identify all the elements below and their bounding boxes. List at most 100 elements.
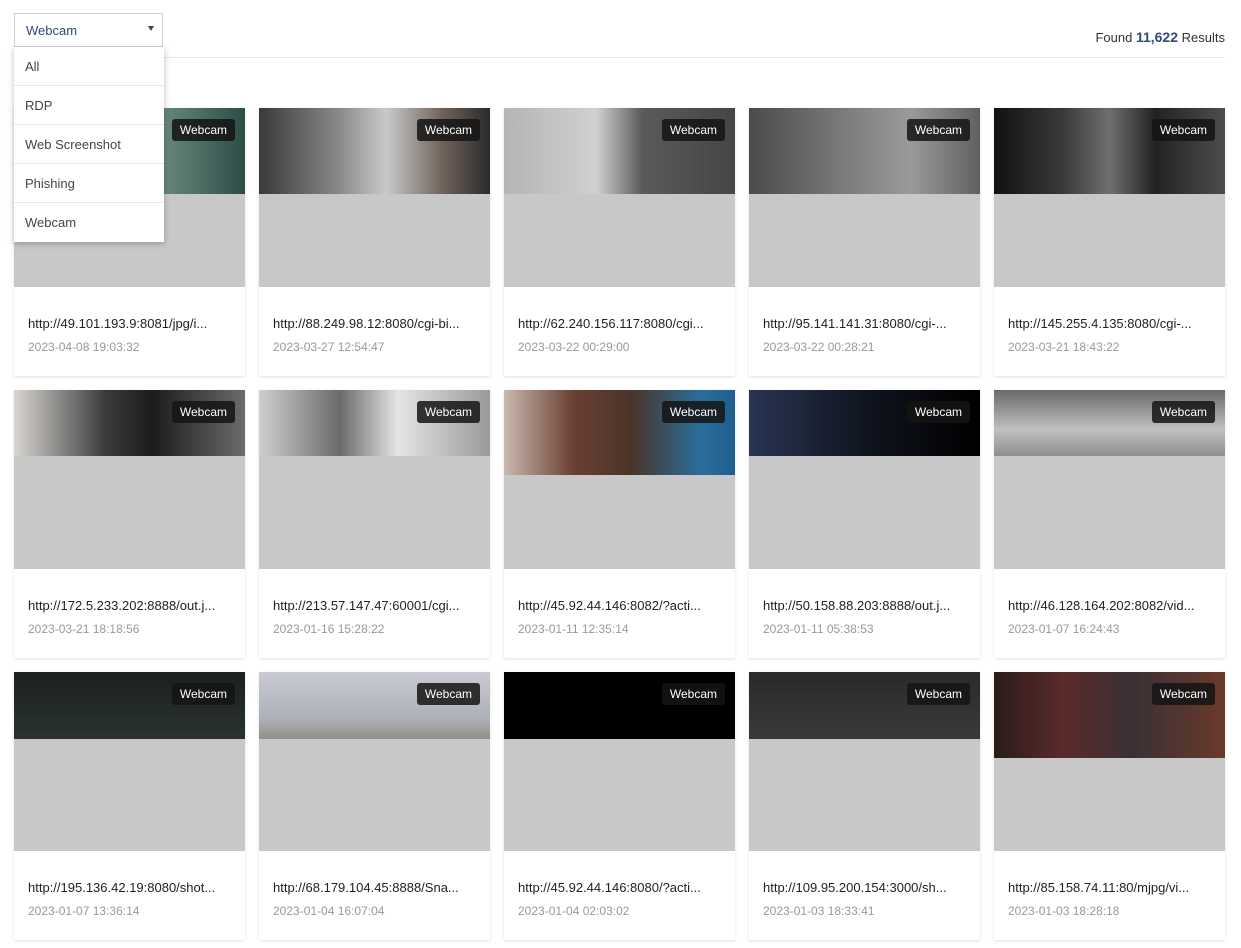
category-badge: Webcam — [1151, 401, 1215, 423]
card-info: http://145.255.4.135:8080/cgi-... 2023-03… — [1008, 316, 1213, 354]
card-timestamp: 2023-03-22 00:28:21 — [763, 340, 875, 354]
card-timestamp: 2023-01-07 16:24:43 — [1008, 622, 1120, 636]
card-info: http://95.141.141.31:8080/cgi-... 2023-03… — [763, 316, 968, 354]
category-badge: Webcam — [1151, 683, 1215, 705]
webcam-card[interactable]: Webcam http://85.158.74.11:80/mjpg/vi... 2… — [994, 672, 1225, 940]
card-thumbnail[interactable]: Webcam — [259, 672, 490, 851]
card-info: http://109.95.200.154:3000/sh... 2023-01-… — [763, 880, 968, 918]
card-thumbnail[interactable]: Webcam — [14, 390, 245, 569]
card-thumbnail[interactable]: Webcam — [259, 108, 490, 287]
card-info: http://68.179.104.45:8888/Sna... 2023-01-… — [273, 880, 478, 918]
category-select-value: Webcam — [26, 22, 78, 38]
card-url[interactable]: http://45.92.44.146:8082/?acti... — [518, 598, 723, 613]
card-info: http://213.57.147.47:60001/cgi... 2023-01… — [273, 598, 478, 636]
card-thumbnail[interactable]: Webcam — [504, 108, 735, 287]
card-timestamp: 2023-01-03 18:28:18 — [1008, 904, 1120, 918]
card-url[interactable]: http://88.249.98.12:8080/cgi-bi... — [273, 316, 478, 331]
webcam-card[interactable]: Webcam http://145.255.4.135:8080/cgi-... 2… — [994, 108, 1225, 376]
webcam-snapshot — [259, 390, 490, 456]
results-summary: Found 11,622 Results — [1095, 29, 1225, 45]
card-info: http://45.92.44.146:8082/?acti... 2023-01… — [518, 598, 723, 636]
card-thumbnail[interactable]: Webcam — [994, 672, 1225, 851]
results-suffix: Results — [1181, 30, 1225, 45]
card-url[interactable]: http://95.141.141.31:8080/cgi-... — [763, 316, 968, 331]
card-timestamp: 2023-01-03 18:33:41 — [763, 904, 875, 918]
webcam-card[interactable]: Webcam http://195.136.42.19:8080/shot... 2… — [14, 672, 245, 940]
webcam-card[interactable]: Webcam http://45.92.44.146:8080/?acti... 2… — [504, 672, 735, 940]
card-timestamp: 2023-03-27 12:54:47 — [273, 340, 385, 354]
category-badge: Webcam — [661, 401, 725, 423]
card-info: http://45.92.44.146:8080/?acti... 2023-01… — [518, 880, 723, 918]
card-timestamp: 2023-04-08 19:03:32 — [28, 340, 140, 354]
card-url[interactable]: http://62.240.156.117:8080/cgi... — [518, 316, 723, 331]
card-info: http://85.158.74.11:80/mjpg/vi... 2023-01… — [1008, 880, 1213, 918]
card-timestamp: 2023-01-11 05:38:53 — [763, 622, 874, 636]
webcam-snapshot — [14, 390, 245, 456]
card-url[interactable]: http://49.101.193.9:8081/jpg/i... — [28, 316, 233, 331]
category-badge: Webcam — [416, 119, 480, 141]
webcam-card[interactable]: Webcam http://95.141.141.31:8080/cgi-... 2… — [749, 108, 980, 376]
card-url[interactable]: http://109.95.200.154:3000/sh... — [763, 880, 968, 895]
card-url[interactable]: http://45.92.44.146:8080/?acti... — [518, 880, 723, 895]
webcam-card[interactable]: Webcam http://172.5.233.202:8888/out.j...… — [14, 390, 245, 658]
card-thumbnail[interactable]: Webcam — [749, 108, 980, 287]
card-thumbnail[interactable]: Webcam — [749, 672, 980, 851]
category-dropdown: All RDP Web Screenshot Phishing Webcam — [14, 47, 164, 242]
category-badge: Webcam — [906, 119, 970, 141]
card-timestamp: 2023-01-07 13:36:14 — [28, 904, 140, 918]
webcam-card[interactable]: Webcam http://62.240.156.117:8080/cgi... 2… — [504, 108, 735, 376]
dropdown-option-phishing[interactable]: Phishing — [14, 164, 164, 203]
card-thumbnail[interactable]: Webcam — [14, 672, 245, 851]
card-timestamp: 2023-01-16 15:28:22 — [273, 622, 385, 636]
caret-down-icon — [148, 26, 154, 31]
webcam-snapshot — [994, 390, 1225, 456]
card-timestamp: 2023-03-22 00:29:00 — [518, 340, 630, 354]
card-thumbnail[interactable]: Webcam — [994, 108, 1225, 287]
card-timestamp: 2023-01-11 12:35:14 — [518, 622, 629, 636]
toolbar: Webcam Found 11,622 Results — [14, 0, 1225, 58]
card-url[interactable]: http://85.158.74.11:80/mjpg/vi... — [1008, 880, 1213, 895]
webcam-card[interactable]: Webcam http://68.179.104.45:8888/Sna... 20… — [259, 672, 490, 940]
card-thumbnail[interactable]: Webcam — [504, 390, 735, 569]
webcam-card[interactable]: Webcam http://45.92.44.146:8082/?acti... 2… — [504, 390, 735, 658]
category-badge: Webcam — [661, 683, 725, 705]
card-info: http://172.5.233.202:8888/out.j... 2023-0… — [28, 598, 233, 636]
webcam-card[interactable]: Webcam http://50.158.88.203:8888/out.j...… — [749, 390, 980, 658]
card-url[interactable]: http://145.255.4.135:8080/cgi-... — [1008, 316, 1213, 331]
category-badge: Webcam — [906, 401, 970, 423]
webcam-card[interactable]: Webcam http://109.95.200.154:3000/sh... 20… — [749, 672, 980, 940]
card-url[interactable]: http://50.158.88.203:8888/out.j... — [763, 598, 968, 613]
webcam-snapshot — [749, 390, 980, 456]
results-count: 11,622 — [1135, 29, 1179, 45]
dropdown-option-webcam[interactable]: Webcam — [14, 203, 164, 242]
card-info: http://195.136.42.19:8080/shot... 2023-01… — [28, 880, 233, 918]
card-thumbnail[interactable]: Webcam — [259, 390, 490, 569]
dropdown-option-web-screenshot[interactable]: Web Screenshot — [14, 125, 164, 164]
card-url[interactable]: http://195.136.42.19:8080/shot... — [28, 880, 233, 895]
card-timestamp: 2023-01-04 02:03:02 — [518, 904, 630, 918]
card-timestamp: 2023-01-04 16:07:04 — [273, 904, 385, 918]
card-timestamp: 2023-03-21 18:18:56 — [28, 622, 140, 636]
card-url[interactable]: http://68.179.104.45:8888/Sna... — [273, 880, 478, 895]
dropdown-option-rdp[interactable]: RDP — [14, 86, 164, 125]
category-select[interactable]: Webcam — [14, 13, 163, 47]
webcam-card[interactable]: Webcam http://213.57.147.47:60001/cgi... 2… — [259, 390, 490, 658]
card-info: http://46.128.164.202:8082/vid... 2023-01… — [1008, 598, 1213, 636]
dropdown-option-all[interactable]: All — [14, 47, 164, 86]
results-prefix: Found — [1095, 30, 1133, 45]
webcam-card[interactable]: Webcam http://46.128.164.202:8082/vid... 2… — [994, 390, 1225, 658]
card-info: http://62.240.156.117:8080/cgi... 2023-03… — [518, 316, 723, 354]
card-url[interactable]: http://213.57.147.47:60001/cgi... — [273, 598, 478, 613]
card-thumbnail[interactable]: Webcam — [994, 390, 1225, 569]
category-badge: Webcam — [416, 683, 480, 705]
card-thumbnail[interactable]: Webcam — [504, 672, 735, 851]
card-url[interactable]: http://172.5.233.202:8888/out.j... — [28, 598, 233, 613]
card-thumbnail[interactable]: Webcam — [749, 390, 980, 569]
category-badge: Webcam — [416, 401, 480, 423]
card-url[interactable]: http://46.128.164.202:8082/vid... — [1008, 598, 1213, 613]
category-badge: Webcam — [171, 683, 235, 705]
card-info: http://50.158.88.203:8888/out.j... 2023-0… — [763, 598, 968, 636]
category-badge: Webcam — [1151, 119, 1215, 141]
webcam-card[interactable]: Webcam http://88.249.98.12:8080/cgi-bi...… — [259, 108, 490, 376]
category-badge: Webcam — [906, 683, 970, 705]
